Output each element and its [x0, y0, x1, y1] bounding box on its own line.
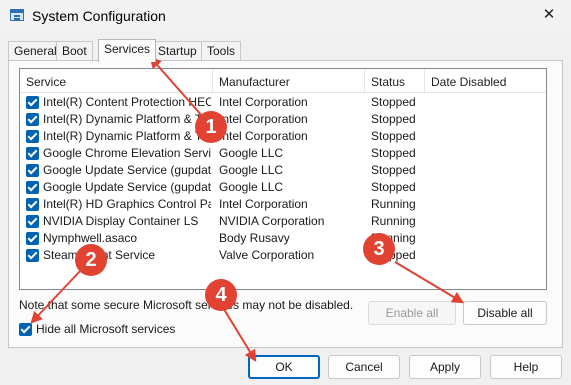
- service-date-disabled: [431, 196, 541, 213]
- window-title: System Configuration: [32, 8, 166, 24]
- service-name: Intel(R) HD Graphics Control Pa...: [43, 197, 211, 211]
- service-status: Stopped: [371, 129, 416, 143]
- table-row[interactable]: Intel(R) Dynamic Platform & The... Intel …: [20, 111, 546, 128]
- service-checkbox[interactable]: [26, 147, 39, 160]
- service-checkbox[interactable]: [26, 96, 39, 109]
- service-name: Intel(R) Content Protection HEC...: [43, 95, 211, 109]
- tab-general[interactable]: General: [8, 41, 63, 61]
- tab-boot[interactable]: Boot: [56, 41, 93, 61]
- service-status: Stopped: [371, 146, 416, 160]
- service-date-disabled: [431, 247, 541, 264]
- column-header-service[interactable]: Service: [20, 69, 213, 93]
- service-name: Steam Client Service: [43, 248, 156, 262]
- step-badge-1: 1: [195, 111, 227, 143]
- service-checkbox[interactable]: [26, 181, 39, 194]
- table-row[interactable]: Intel(R) HD Graphics Control Pa... Intel …: [20, 196, 546, 213]
- hide-ms-services-checkbox[interactable]: [19, 323, 32, 336]
- column-header-manufacturer[interactable]: Manufacturer: [213, 69, 365, 93]
- service-manufacturer: Body Rusavy: [219, 231, 290, 245]
- service-manufacturer: Intel Corporation: [219, 197, 308, 211]
- service-name: Nymphwell.asaco: [43, 231, 138, 245]
- service-date-disabled: [431, 230, 541, 247]
- service-manufacturer: Intel Corporation: [219, 112, 308, 126]
- service-manufacturer: Google LLC: [219, 180, 284, 194]
- service-checkbox[interactable]: [26, 232, 39, 245]
- service-date-disabled: [431, 128, 541, 145]
- service-checkbox[interactable]: [26, 130, 39, 143]
- service-name: NVIDIA Display Container LS: [43, 214, 199, 228]
- msconfig-icon: [10, 9, 24, 21]
- help-button[interactable]: Help: [490, 355, 562, 379]
- title-bar: System Configuration ✕: [0, 0, 571, 32]
- service-status: Stopped: [371, 163, 416, 177]
- service-checkbox[interactable]: [26, 249, 39, 262]
- service-manufacturer: Intel Corporation: [219, 95, 308, 109]
- secure-services-note: Note that some secure Microsoft services…: [19, 298, 354, 312]
- table-row[interactable]: Google Update Service (gupdatem) Google L…: [20, 179, 546, 196]
- hide-ms-services-label[interactable]: Hide all Microsoft services: [36, 322, 175, 336]
- apply-button[interactable]: Apply: [409, 355, 481, 379]
- service-name: Intel(R) Dynamic Platform & The...: [43, 129, 211, 143]
- service-name: Google Chrome Elevation Servic...: [43, 146, 211, 160]
- close-icon[interactable]: ✕: [535, 4, 563, 26]
- service-date-disabled: [431, 162, 541, 179]
- service-manufacturer: NVIDIA Corporation: [219, 214, 325, 228]
- step-badge-4: 4: [205, 279, 237, 311]
- service-manufacturer: Google LLC: [219, 146, 284, 160]
- ok-button[interactable]: OK: [248, 355, 320, 379]
- table-row[interactable]: Intel(R) Content Protection HEC... Intel …: [20, 94, 546, 111]
- column-header-status[interactable]: Status: [365, 69, 425, 93]
- table-row[interactable]: Google Chrome Elevation Servic... Google …: [20, 145, 546, 162]
- service-date-disabled: [431, 213, 541, 230]
- service-name: Google Update Service (gupdate): [43, 163, 211, 177]
- service-checkbox[interactable]: [26, 164, 39, 177]
- step-badge-2: 2: [75, 244, 107, 276]
- service-checkbox[interactable]: [26, 198, 39, 211]
- tab-startup[interactable]: Startup: [152, 41, 203, 61]
- service-manufacturer: Intel Corporation: [219, 129, 308, 143]
- tab-tools[interactable]: Tools: [201, 41, 242, 61]
- service-date-disabled: [431, 94, 541, 111]
- service-status: Stopped: [371, 180, 416, 194]
- disable-all-button[interactable]: Disable all: [463, 301, 547, 325]
- step-badge-3: 3: [363, 233, 395, 265]
- tab-services[interactable]: Services: [98, 39, 157, 62]
- list-header: Service Manufacturer Status Date Disable…: [20, 69, 546, 93]
- service-status: Stopped: [371, 112, 416, 126]
- service-status: Running: [371, 214, 416, 228]
- service-manufacturer: Valve Corporation: [219, 248, 315, 262]
- cancel-button[interactable]: Cancel: [328, 355, 400, 379]
- table-row[interactable]: Intel(R) Dynamic Platform & The... Intel …: [20, 128, 546, 145]
- table-row[interactable]: NVIDIA Display Container LS NVIDIA Corpor…: [20, 213, 546, 230]
- service-manufacturer: Google LLC: [219, 163, 284, 177]
- service-name: Intel(R) Dynamic Platform & The...: [43, 112, 211, 126]
- service-date-disabled: [431, 145, 541, 162]
- service-checkbox[interactable]: [26, 215, 39, 228]
- enable-all-button[interactable]: Enable all: [368, 301, 456, 325]
- service-date-disabled: [431, 111, 541, 128]
- service-checkbox[interactable]: [26, 113, 39, 126]
- service-date-disabled: [431, 179, 541, 196]
- service-status: Running: [371, 197, 416, 211]
- table-row[interactable]: Nymphwell.asaco Body Rusavy Running: [20, 230, 546, 247]
- service-status: Stopped: [371, 95, 416, 109]
- service-name: Google Update Service (gupdatem): [43, 180, 211, 194]
- column-header-date-disabled[interactable]: Date Disabled: [425, 69, 546, 93]
- table-row[interactable]: Google Update Service (gupdate) Google LL…: [20, 162, 546, 179]
